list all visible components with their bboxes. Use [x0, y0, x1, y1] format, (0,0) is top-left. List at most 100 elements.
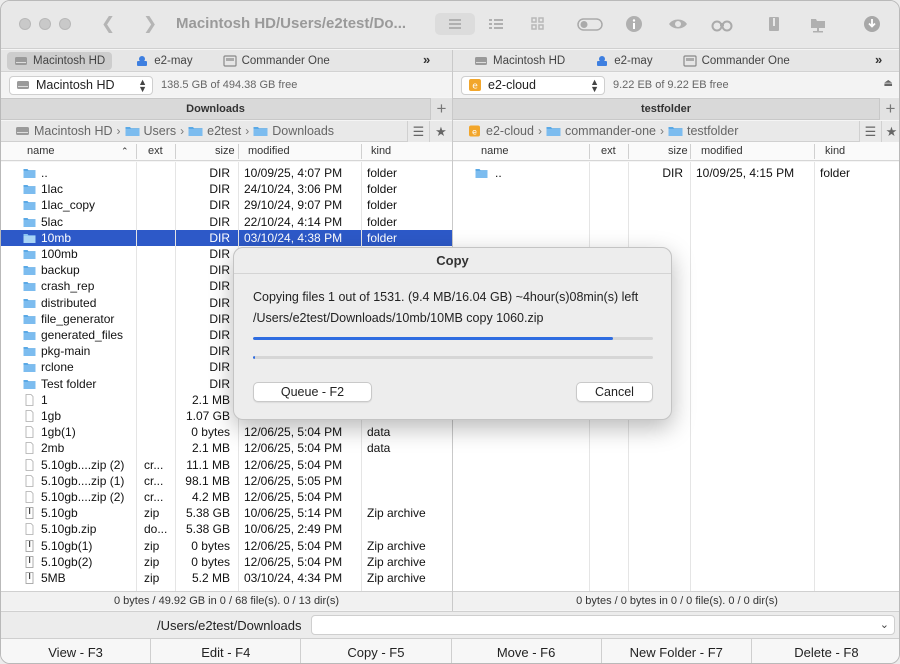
- network-folder-icon[interactable]: [805, 13, 831, 35]
- view-f3-button[interactable]: View - F3: [1, 639, 152, 663]
- file-row[interactable]: 1lac_copy DIR 29/10/24, 9:07 PM folder: [1, 197, 452, 213]
- document-icon: [25, 491, 34, 503]
- back-icon[interactable]: ❮: [101, 14, 115, 34]
- column-name[interactable]: name: [27, 145, 55, 157]
- file-row[interactable]: 5MB zip 5.2 MB 03/10/24, 4:34 PM Zip archive: [1, 570, 452, 586]
- left-new-tab-button[interactable]: +: [430, 98, 452, 120]
- column-size[interactable]: size: [215, 145, 235, 157]
- file-size: 2.1 MB: [191, 393, 230, 407]
- more-drives-icon[interactable]: »: [423, 52, 430, 67]
- list-view-icon[interactable]: [435, 13, 475, 35]
- more-drives-icon[interactable]: »: [875, 52, 882, 67]
- edit-f4-button[interactable]: Edit - F4: [151, 639, 302, 663]
- file-name: 1gb: [41, 409, 62, 423]
- file-row[interactable]: 5.10gb....zip (1) cr... 98.1 MB 12/06/25, 5…: [1, 473, 452, 489]
- file-row[interactable]: .. DIR 10/09/25, 4:07 PM folder: [1, 165, 452, 181]
- breadcrumb-item[interactable]: Macintosh HD: [15, 124, 113, 138]
- new-folder-f7-button[interactable]: New Folder - F7: [602, 639, 752, 663]
- binoculars-search-icon[interactable]: [709, 13, 735, 35]
- right-folder-tab[interactable]: testfolder: [453, 98, 879, 120]
- file-kind: folder: [367, 182, 398, 196]
- detail-view-icon[interactable]: [483, 13, 509, 35]
- drive-tab-label: Commander One: [241, 54, 330, 67]
- minimize-window-button[interactable]: [39, 18, 51, 30]
- zip-file-icon: [25, 540, 34, 552]
- left-folder-tab[interactable]: Downloads: [1, 98, 430, 120]
- file-row[interactable]: 1gb(1) 0 bytes 12/06/25, 5:04 PM data: [1, 424, 452, 440]
- file-name: 1lac: [41, 182, 64, 196]
- toggle-hidden-icon[interactable]: [577, 13, 603, 35]
- close-window-button[interactable]: [19, 18, 31, 30]
- command-line-input[interactable]: ⌄: [311, 615, 895, 635]
- download-icon[interactable]: [859, 13, 885, 35]
- file-row[interactable]: .. DIR 10/09/25, 4:15 PM folder: [453, 165, 899, 181]
- column-kind[interactable]: kind: [825, 145, 845, 157]
- file-row[interactable]: 5.10gb....zip (2) cr... 4.2 MB 12/06/25, 5:…: [1, 489, 452, 505]
- zoom-window-button[interactable]: [59, 18, 71, 30]
- file-row[interactable]: 5.10gb(1) zip 0 bytes 12/06/25, 5:04 PM Zip …: [1, 538, 452, 554]
- column-ext[interactable]: ext: [601, 145, 616, 157]
- breadcrumb-item[interactable]: testfolder: [668, 124, 738, 138]
- file-row[interactable]: 5lac DIR 22/10/24, 4:14 PM folder: [1, 214, 452, 230]
- archive-icon[interactable]: [761, 13, 787, 35]
- preview-eye-icon[interactable]: [665, 13, 691, 35]
- icon-view-icon[interactable]: [525, 13, 551, 35]
- left-volume-select[interactable]: Macintosh HD ▲ ▼: [9, 75, 153, 95]
- drive-tab-macintosh-hd[interactable]: Macintosh HD: [467, 52, 572, 70]
- total-progress-fill: [253, 356, 256, 359]
- left-favorites-star-icon[interactable]: ★: [429, 121, 452, 142]
- file-row[interactable]: 5.10gb....zip (2) cr... 11.1 MB 12/06/25, 5…: [1, 457, 452, 473]
- file-size: DIR: [209, 344, 230, 358]
- cancel-button[interactable]: Cancel: [576, 382, 653, 402]
- file-ext: cr...: [144, 490, 164, 504]
- drive-tab-commander-one[interactable]: Commander One: [216, 52, 337, 70]
- app-window: ❮ ❯ Macintosh HD/Users/e2test/Do... Maci…: [0, 0, 900, 664]
- file-size: DIR: [209, 360, 230, 374]
- file-row[interactable]: 5.10gb.zip do... 5.38 GB 10/06/25, 2:49 PM: [1, 521, 452, 537]
- queue-button[interactable]: Queue - F2: [253, 382, 372, 402]
- breadcrumb-item[interactable]: e2test: [188, 124, 241, 138]
- breadcrumb-item[interactable]: commander-one: [546, 124, 656, 138]
- delete-f8-button[interactable]: Delete - F8: [752, 639, 899, 663]
- file-row[interactable]: 5.10gb(2) zip 0 bytes 12/06/25, 5:04 PM Zip …: [1, 554, 452, 570]
- column-kind[interactable]: kind: [371, 145, 391, 157]
- file-kind: folder: [820, 166, 851, 180]
- document-icon: [25, 475, 34, 487]
- right-favorites-star-icon[interactable]: ★: [881, 121, 899, 142]
- svg-text:e: e: [472, 128, 477, 137]
- right-new-tab-button[interactable]: +: [879, 98, 899, 120]
- file-kind: Zip archive: [367, 506, 426, 520]
- file-name: distributed: [41, 296, 97, 310]
- file-row[interactable]: 2mb 2.1 MB 12/06/25, 5:04 PM data: [1, 440, 452, 456]
- copy-f5-button[interactable]: Copy - F5: [301, 639, 452, 663]
- folder-icon: [23, 169, 36, 178]
- breadcrumb-label: Macintosh HD: [34, 124, 113, 138]
- move-f6-button[interactable]: Move - F6: [452, 639, 602, 663]
- file-row[interactable]: 5.10gb zip 5.38 GB 10/06/25, 5:14 PM Zip arc…: [1, 505, 452, 521]
- breadcrumb-separator: ›: [659, 124, 664, 138]
- drive-tab-e2-may[interactable]: e2-may: [128, 52, 199, 70]
- right-view-options-icon[interactable]: ☰: [859, 121, 881, 142]
- column-modified[interactable]: modified: [701, 145, 743, 157]
- breadcrumb-item[interactable]: Downloads: [253, 124, 334, 138]
- column-ext[interactable]: ext: [148, 145, 163, 157]
- info-icon[interactable]: [621, 13, 647, 35]
- file-name: 5.10gb: [41, 506, 78, 520]
- forward-icon[interactable]: ❯: [143, 14, 157, 34]
- file-name: 5lac: [41, 215, 64, 229]
- drive-tab-e2-may[interactable]: e2-may: [588, 52, 659, 70]
- column-size[interactable]: size: [668, 145, 688, 157]
- file-row[interactable]: 1lac DIR 24/10/24, 3:06 PM folder: [1, 181, 452, 197]
- breadcrumb-item[interactable]: e e2-cloud: [467, 124, 534, 138]
- right-volume-select[interactable]: e e2-cloud ▲ ▼: [461, 75, 605, 95]
- column-modified[interactable]: modified: [248, 145, 290, 157]
- chevron-down-icon[interactable]: ⌄: [880, 618, 889, 631]
- drive-tab-macintosh-hd[interactable]: Macintosh HD: [7, 51, 113, 70]
- column-name[interactable]: name: [481, 145, 509, 157]
- eject-icon[interactable]: ⏏: [884, 78, 893, 89]
- folder-icon: [23, 218, 36, 227]
- file-row[interactable]: 10mb DIR 03/10/24, 4:38 PM folder: [1, 230, 452, 246]
- drive-tab-commander-one[interactable]: Commander One: [676, 52, 797, 70]
- left-view-options-icon[interactable]: ☰: [407, 121, 429, 142]
- breadcrumb-item[interactable]: Users: [125, 124, 176, 138]
